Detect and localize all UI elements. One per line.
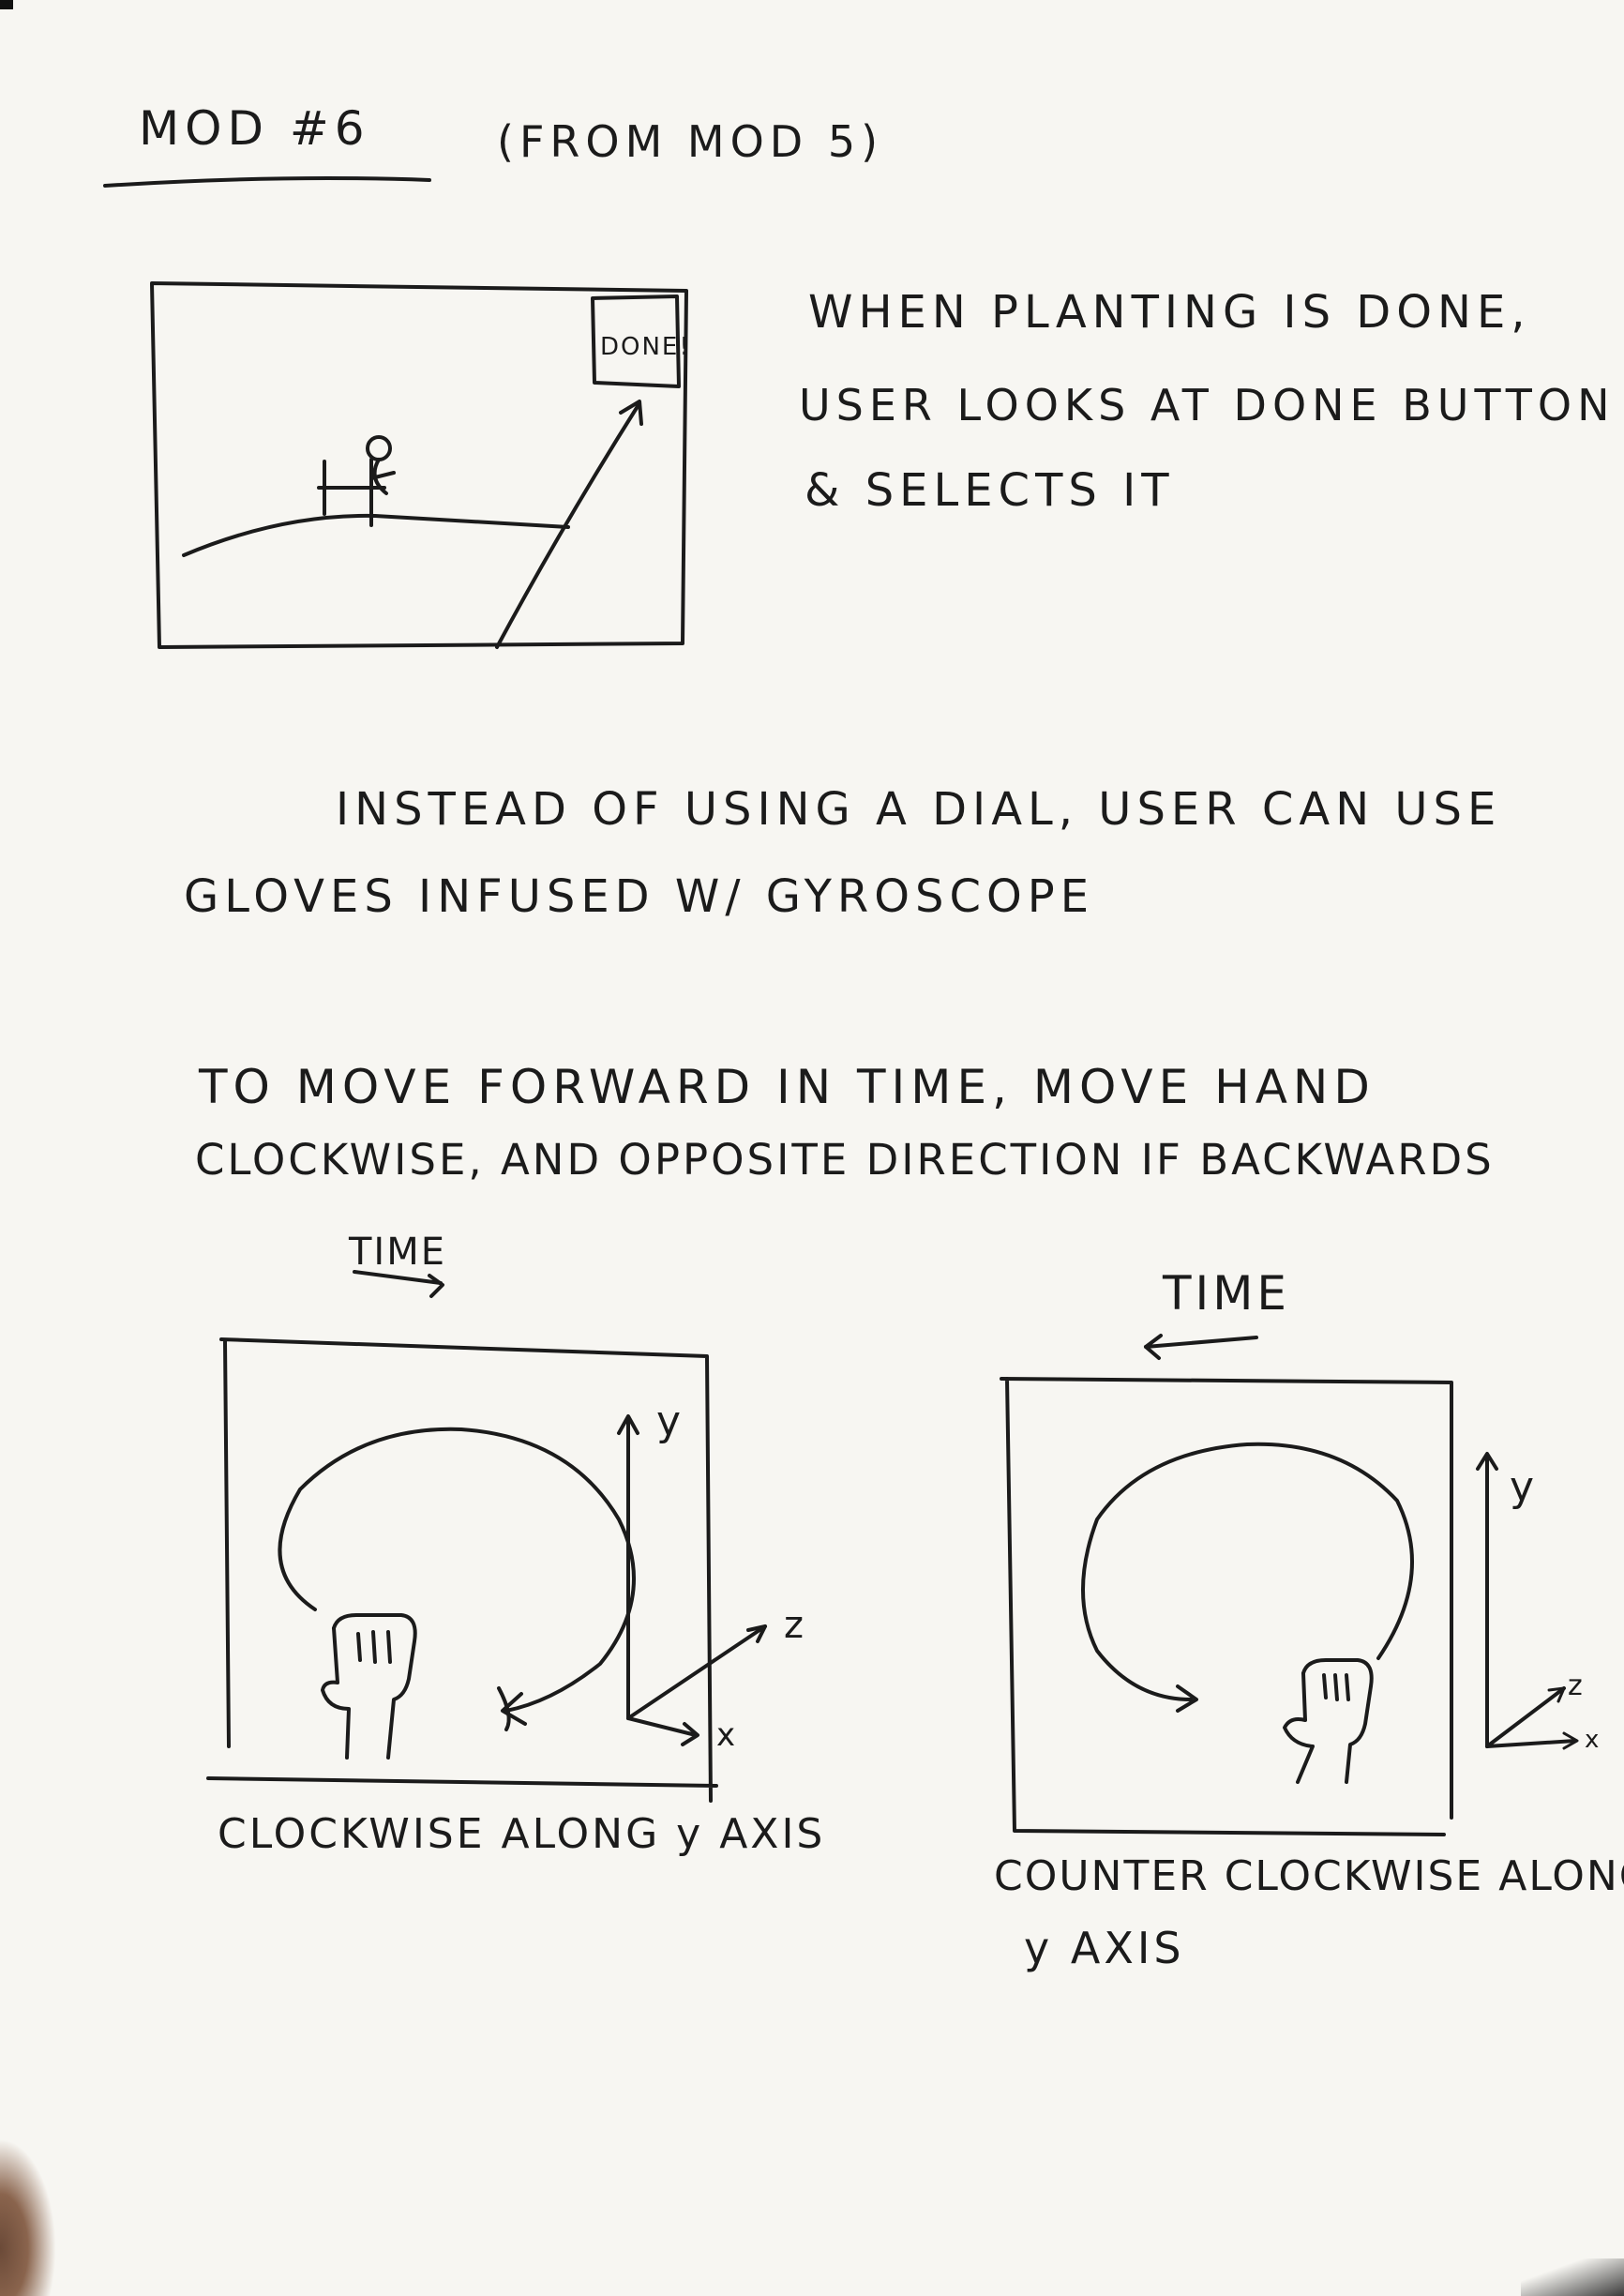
right-axis-z <box>1485 1686 1566 1748</box>
sketch1-horizon-line <box>182 513 570 557</box>
page-edge-shadow <box>1521 2258 1624 2296</box>
time-forward-arrow <box>353 1270 443 1285</box>
left-hand-icon <box>321 1613 417 1760</box>
sketch1-screen-frame <box>150 281 688 649</box>
finger-shadow <box>0 2138 56 2296</box>
left-axis-z <box>626 1624 767 1720</box>
plant-figure-icon <box>317 435 396 527</box>
left-clockwise-path <box>278 1427 636 1713</box>
title-underline <box>103 176 431 188</box>
time-forward-arrowhead <box>428 1274 444 1298</box>
sketch-drawings <box>103 176 1579 1836</box>
time-backward-arrow <box>1144 1336 1258 1349</box>
sketch1-pointer-arrowhead <box>619 400 643 426</box>
sketch1-done-button <box>591 295 681 388</box>
right-hand-icon <box>1283 1658 1374 1784</box>
right-axis-x <box>1485 1739 1577 1748</box>
